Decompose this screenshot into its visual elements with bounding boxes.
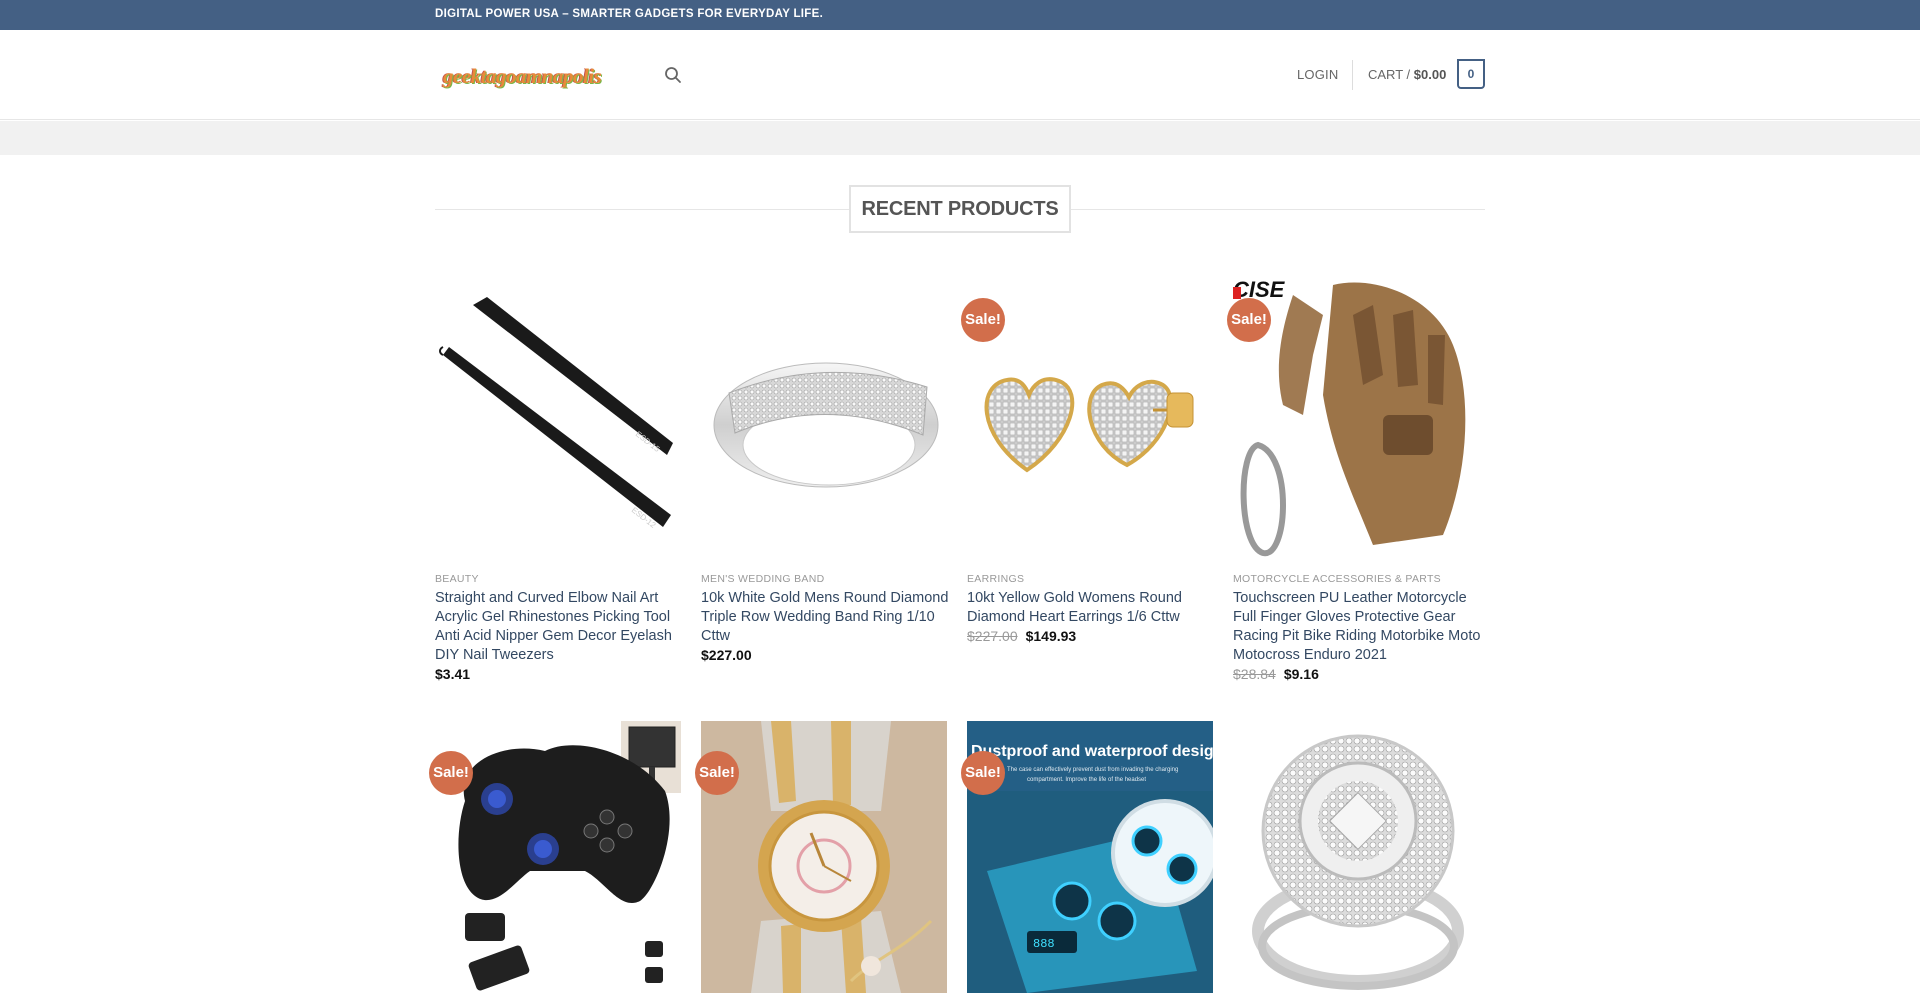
sale-badge: Sale! [429,751,473,795]
product-name[interactable]: 10k White Gold Mens Round Diamond Triple… [701,589,949,646]
sale-badge: Sale! [961,298,1005,342]
sale-badge: Sale! [695,751,739,795]
current-price: $9.16 [1283,666,1319,682]
svg-text:The case can effectively preve: The case can effectively prevent dust fr… [1007,767,1178,773]
search-icon[interactable] [664,66,682,84]
product-category[interactable]: EARRINGS [967,573,1024,585]
product-name[interactable]: 10kt Yellow Gold Womens Round Diamond He… [967,589,1215,627]
cart-label: CART / [1368,67,1414,82]
sale-badge: Sale! [1227,298,1271,342]
old-price: $28.84 [1233,666,1276,682]
product-image-tweezers[interactable]: ESD-15 ESD-12 [435,275,681,560]
cart-total: $0.00 [1413,67,1447,82]
cart-link[interactable]: CART / $0.00 [1368,67,1446,82]
product-price: $227.00 $149.93 [967,628,1076,644]
old-price: $227.00 [967,628,1018,644]
svg-text:888: 888 [1033,937,1055,951]
current-price: $227.00 [701,647,752,663]
product-category[interactable]: MEN'S WEDDING BAND [701,573,825,585]
product-category[interactable]: BEAUTY [435,573,479,585]
product-image-gamepad[interactable] [435,721,681,993]
login-link[interactable]: LOGIN [1297,67,1338,82]
product-name[interactable]: Straight and Curved Elbow Nail Art Acryl… [435,589,683,665]
header-divider [1352,60,1353,90]
product-image-watch[interactable] [701,721,947,993]
sale-badge: Sale! [961,751,1005,795]
product-name[interactable]: Touchscreen PU Leather Motorcycle Full F… [1233,589,1481,665]
product-image-earbuds[interactable]: Dustproof and waterproof design The case… [967,721,1213,993]
current-price: $149.93 [1025,628,1077,644]
site-logo[interactable]: geektagoamnapolis [443,64,602,89]
top-bar-text: DIGITAL POWER USA – SMARTER GADGETS FOR … [435,8,824,20]
product-image-diamond-ring[interactable] [1233,721,1479,993]
product-price: $227.00 [701,647,752,663]
section-title: RECENT PRODUCTS [849,185,1071,233]
svg-text:compartment. Improve the life: compartment. Improve the life of the hea… [1027,777,1146,783]
product-image-ring[interactable] [701,275,947,560]
cart-count-badge[interactable]: 0 [1457,59,1485,89]
product-price: $3.41 [435,666,470,682]
page-title-strip [0,121,1920,155]
current-price: $3.41 [435,666,471,682]
top-bar: DIGITAL POWER USA – SMARTER GADGETS FOR … [0,0,1920,30]
product-price: $28.84 $9.16 [1233,666,1319,682]
product-category[interactable]: MOTORCYCLE ACCESSORIES & PARTS [1233,573,1441,585]
site-header: geektagoamnapolis LOGIN CART / $0.00 0 [0,30,1920,120]
earbuds-headline: Dustproof and waterproof design [971,743,1213,760]
